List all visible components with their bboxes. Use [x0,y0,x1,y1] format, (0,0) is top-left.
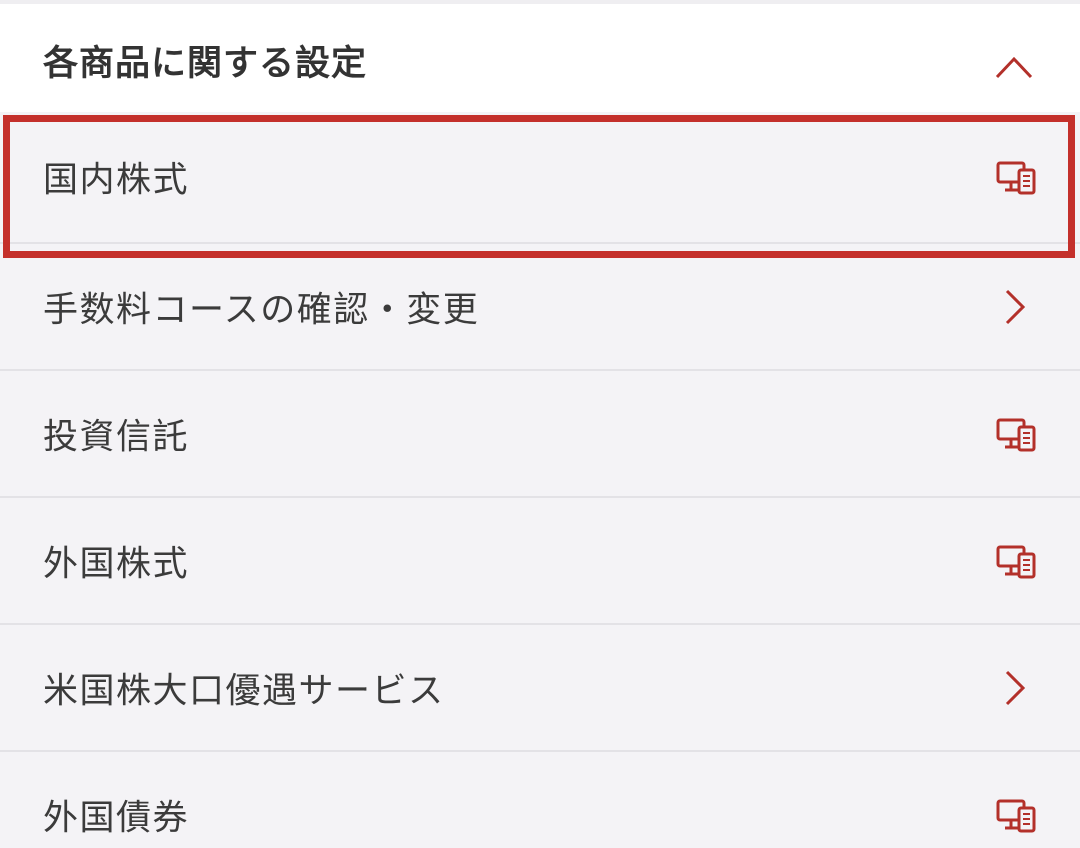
pc-mobile-icon [996,545,1036,578]
chevron-up-icon[interactable] [994,54,1034,80]
list-item-domestic-stocks[interactable]: 国内株式 [0,112,1080,244]
chevron-right-icon [1005,670,1026,705]
section-header[interactable]: 各商品に関する設定 [0,4,1080,112]
pc-mobile-icon [996,161,1036,195]
list-item-label: 外国株式 [43,544,190,584]
list-item-foreign-stocks[interactable]: 外国株式 [0,498,1080,625]
settings-list: 国内株式 手数料コースの確認・変更 投資信託 外国株式 米国株大口優遇サービス … [0,112,1080,848]
list-item-label: 外国債券 [43,798,190,838]
list-item-label: 手数料コースの確認・変更 [43,290,480,330]
list-item-label: 米国株大口優遇サービス [43,671,445,711]
list-item-us-stock-vip-service[interactable]: 米国株大口優遇サービス [0,625,1080,752]
list-item-investment-trusts[interactable]: 投資信託 [0,371,1080,498]
settings-page: 各商品に関する設定 国内株式 手数料コースの確認・変更 投資信託 外国株式 米国… [0,0,1080,848]
section-title: 各商品に関する設定 [43,44,368,84]
list-item-label: 投資信託 [43,417,190,457]
chevron-right-icon [1005,289,1026,324]
list-item-foreign-bonds[interactable]: 外国債券 [0,752,1080,848]
list-item-commission-course[interactable]: 手数料コースの確認・変更 [0,244,1080,371]
list-item-label: 国内株式 [43,160,190,201]
pc-mobile-icon [996,799,1036,832]
pc-mobile-icon [996,418,1036,451]
